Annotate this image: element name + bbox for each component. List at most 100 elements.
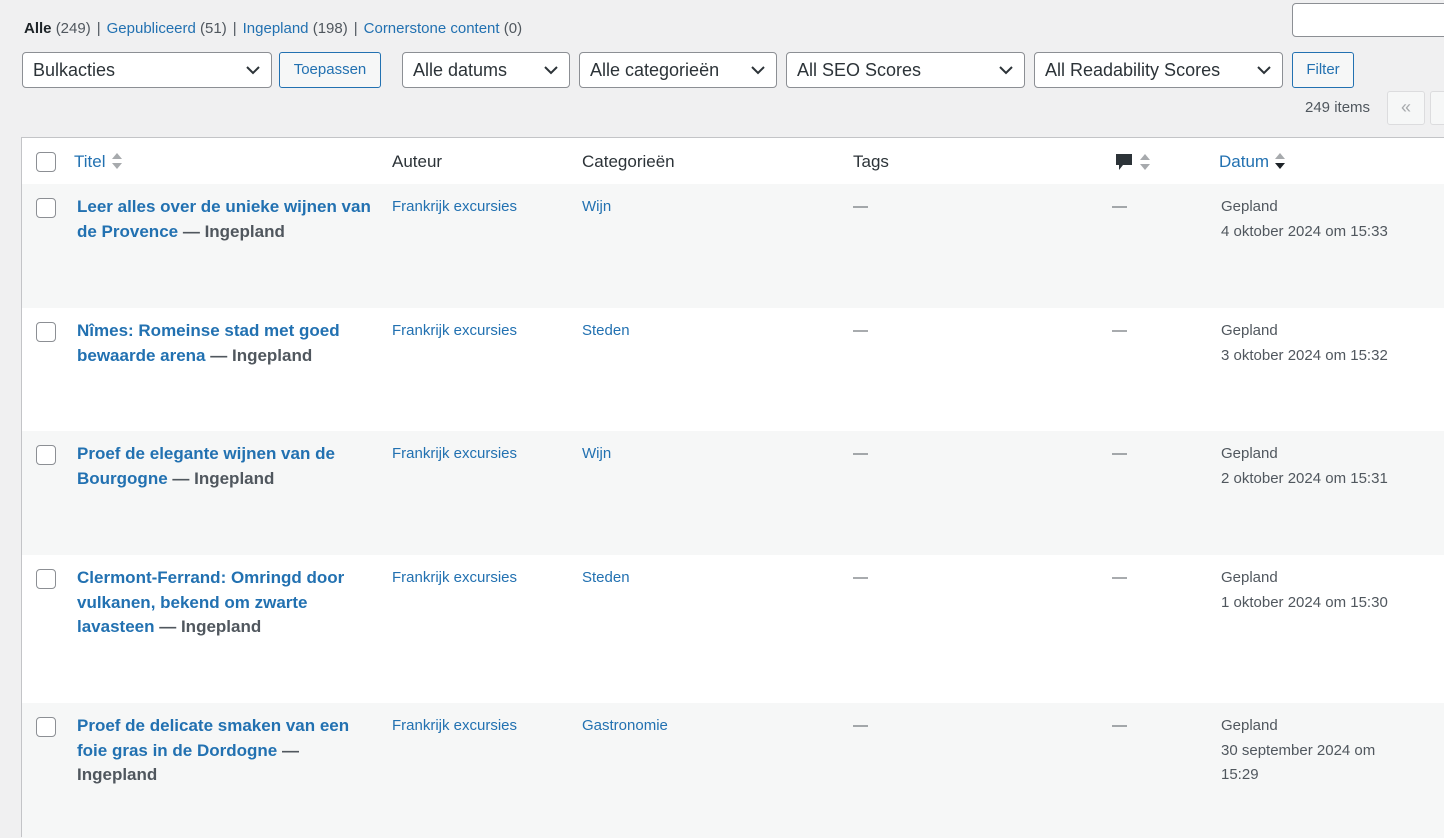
post-tags: —	[853, 198, 868, 215]
column-date-label: Datum	[1219, 152, 1270, 171]
post-author-link[interactable]: Frankrijk excursies	[392, 714, 517, 739]
row-checkbox[interactable]	[36, 569, 56, 589]
view-published-count: (51)	[200, 20, 227, 37]
readability-filter-select[interactable]: All Readability Scores	[1034, 52, 1283, 88]
post-status: Gepland	[1221, 322, 1278, 339]
post-category-link[interactable]: Wijn	[582, 195, 611, 220]
view-published[interactable]: Gepubliceerd (51)	[107, 20, 227, 37]
post-status: Gepland	[1221, 445, 1278, 462]
post-category-link[interactable]: Wijn	[582, 442, 611, 467]
column-categories: Categorieën	[582, 152, 675, 171]
first-page-button[interactable]: «	[1387, 91, 1425, 125]
view-separator: |	[353, 20, 358, 37]
column-tags: Tags	[853, 152, 889, 171]
post-status: Gepland	[1221, 569, 1278, 586]
row-checkbox[interactable]	[36, 445, 56, 465]
post-datetime: 1 oktober 2024 om 15:30	[1221, 593, 1388, 611]
sort-icon	[1275, 153, 1286, 169]
post-title-link[interactable]: Proef de delicate smaken van een foie gr…	[77, 716, 349, 760]
post-date: Gepland 2 oktober 2024 om 15:31	[1221, 442, 1411, 491]
post-datetime: 3 oktober 2024 om 15:32	[1221, 346, 1388, 364]
table-row: Clermont-Ferrand: Omringd door vulkanen,…	[22, 555, 1444, 703]
column-author: Auteur	[392, 152, 443, 171]
view-scheduled-count: (198)	[312, 20, 348, 37]
column-comments[interactable]	[1114, 152, 1150, 173]
view-all-link[interactable]: Alle	[24, 20, 52, 37]
post-status: Gepland	[1221, 717, 1278, 734]
view-cornerstone[interactable]: Cornerstone content (0)	[364, 20, 522, 37]
post-tags: —	[853, 717, 868, 734]
post-state: — Ingepland	[182, 221, 285, 241]
post-comments: —	[1112, 445, 1127, 462]
search-input[interactable]	[1292, 3, 1444, 37]
post-author-link[interactable]: Frankrijk excursies	[392, 319, 517, 344]
post-author-link[interactable]: Frankrijk excursies	[392, 442, 517, 467]
view-separator: |	[96, 20, 101, 37]
chevron-down-icon	[544, 66, 558, 75]
post-category-link[interactable]: Steden	[582, 566, 630, 591]
post-comments: —	[1112, 717, 1127, 734]
bulk-actions-value: Bulkacties	[33, 60, 116, 80]
post-date: Gepland 3 oktober 2024 om 15:32	[1221, 319, 1411, 368]
post-status: Gepland	[1221, 198, 1278, 215]
chevron-down-icon	[1257, 66, 1271, 75]
row-checkbox[interactable]	[36, 198, 56, 218]
column-date[interactable]: Datum	[1219, 152, 1286, 172]
post-title-cell: Proef de delicate smaken van een foie gr…	[77, 714, 377, 788]
post-author-link[interactable]: Frankrijk excursies	[392, 566, 517, 591]
previous-page-button[interactable]	[1430, 91, 1444, 125]
post-date: Gepland 1 oktober 2024 om 15:30	[1221, 566, 1411, 615]
view-scheduled[interactable]: Ingepland (198)	[243, 20, 348, 37]
post-tags: —	[853, 445, 868, 462]
post-tags: —	[853, 569, 868, 586]
filter-button[interactable]: Filter	[1292, 52, 1354, 88]
select-all-checkbox[interactable]	[36, 152, 56, 172]
post-title-cell: Nîmes: Romeinse stad met goed bewaarde a…	[77, 319, 377, 368]
category-filter-select[interactable]: Alle categorieën	[579, 52, 777, 88]
post-category-link[interactable]: Gastronomie	[582, 714, 668, 739]
seo-score-filter-value: All SEO Scores	[797, 60, 922, 80]
post-state: — Ingepland	[210, 345, 313, 365]
row-checkbox[interactable]	[36, 322, 56, 342]
view-cornerstone-link[interactable]: Cornerstone content	[364, 20, 500, 37]
post-date: Gepland 30 september 2024 om 15:29	[1221, 714, 1411, 788]
view-all-count: (249)	[55, 20, 91, 37]
post-comments: —	[1112, 198, 1127, 215]
chevron-down-icon	[751, 66, 765, 75]
sort-icon	[1140, 154, 1150, 170]
post-status-views: Alle (249) | Gepubliceerd (51) | Ingepland (…	[24, 20, 522, 37]
view-cornerstone-count: (0)	[503, 20, 523, 37]
readability-filter-value: All Readability Scores	[1045, 60, 1221, 80]
post-title-cell: Leer alles over de unieke wijnen van de …	[77, 195, 377, 244]
row-checkbox[interactable]	[36, 717, 56, 737]
post-datetime: 30 september 2024 om 15:29	[1221, 741, 1376, 784]
post-date: Gepland 4 oktober 2024 om 15:33	[1221, 195, 1411, 244]
view-published-link[interactable]: Gepubliceerd	[107, 20, 196, 37]
post-category-link[interactable]: Steden	[582, 319, 630, 344]
date-filter-select[interactable]: Alle datums	[402, 52, 570, 88]
bulk-actions-select[interactable]: Bulkacties	[22, 52, 272, 88]
posts-table: Titel Auteur Categorieën Tags Datum Leer…	[21, 137, 1444, 838]
post-state: — Ingepland	[172, 468, 275, 488]
comment-bubble-icon	[1116, 154, 1132, 170]
view-separator: |	[232, 20, 237, 37]
post-author-link[interactable]: Frankrijk excursies	[392, 195, 517, 220]
table-row: Proef de delicate smaken van een foie gr…	[22, 703, 1444, 838]
column-title[interactable]: Titel	[74, 152, 122, 172]
table-row: Leer alles over de unieke wijnen van de …	[22, 184, 1444, 308]
apply-button[interactable]: Toepassen	[279, 52, 381, 88]
date-filter-value: Alle datums	[413, 60, 508, 80]
post-comments: —	[1112, 322, 1127, 339]
sort-icon	[111, 153, 122, 169]
post-tags: —	[853, 322, 868, 339]
seo-score-filter-select[interactable]: All SEO Scores	[786, 52, 1025, 88]
category-filter-value: Alle categorieën	[590, 60, 720, 80]
chevron-down-icon	[246, 66, 260, 75]
table-header: Titel Auteur Categorieën Tags Datum	[22, 138, 1444, 185]
table-row: Proef de elegante wijnen van de Bourgogn…	[22, 431, 1444, 555]
post-datetime: 4 oktober 2024 om 15:33	[1221, 222, 1388, 240]
items-count: 249 items	[1305, 99, 1371, 116]
post-comments: —	[1112, 569, 1127, 586]
view-all[interactable]: Alle (249)	[24, 20, 91, 37]
view-scheduled-link[interactable]: Ingepland	[243, 20, 309, 37]
